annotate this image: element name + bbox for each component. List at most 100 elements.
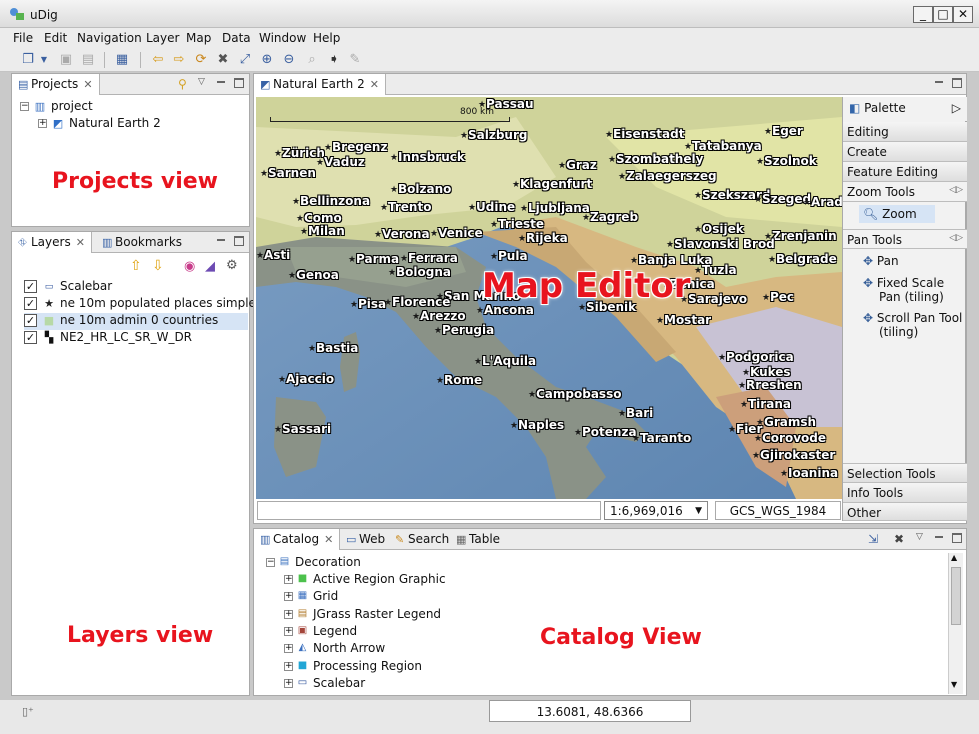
tab-bookmarks[interactable]: ▥ Bookmarks [96, 232, 188, 253]
close-tab-icon[interactable]: ✕ [324, 533, 333, 546]
layer-options-icon[interactable]: ⚙ [226, 258, 238, 273]
tree-project[interactable]: − ▥ project [20, 99, 93, 116]
layer-visibility-checkbox[interactable]: ✓ [24, 297, 37, 310]
expand-icon[interactable]: + [38, 119, 47, 128]
catalog-item[interactable]: + ◭ North Arrow [284, 641, 385, 658]
layer-row[interactable]: ✓ ▭ Scalebar [24, 279, 112, 296]
expand-icon[interactable]: + [284, 644, 293, 654]
chevron-down-icon[interactable]: ▼ [695, 506, 702, 516]
style-palette-icon[interactable]: ◉ [184, 259, 195, 274]
layer-row[interactable]: ✓ ▚ NE2_HR_LC_SR_W_DR [24, 330, 192, 347]
properties-icon[interactable]: ▦ [114, 52, 130, 68]
tool-pan[interactable]: ✥ Pan [863, 254, 899, 268]
palette-category-info-tools[interactable]: Info Tools [843, 483, 967, 503]
expand-icon[interactable]: + [284, 592, 293, 602]
zoom-extent-icon[interactable]: ⤢ [237, 52, 253, 68]
catalog-item[interactable]: + ■ Active Region Graphic [284, 572, 446, 589]
tab-projects[interactable]: ▤ Projects ✕ [12, 74, 100, 95]
layer-visibility-checkbox[interactable]: ✓ [24, 280, 37, 293]
scroll-thumb[interactable] [951, 567, 961, 625]
catalog-item[interactable]: + ■ Processing Region [284, 659, 422, 676]
menu-map[interactable]: Map [186, 31, 211, 45]
layer-row-selected[interactable]: ✓ ■ ne 10m admin 0 countries [24, 313, 248, 330]
zoom-in-icon[interactable]: ⊕ [259, 52, 275, 68]
menu-window[interactable]: Window [259, 31, 306, 45]
menu-help[interactable]: Help [313, 31, 340, 45]
close-tab-icon[interactable]: ✕ [83, 78, 92, 91]
catalog-item[interactable]: + ▣ Legend [284, 624, 357, 641]
minimize-view-icon[interactable] [216, 236, 226, 246]
close-tab-icon[interactable]: ✕ [370, 78, 379, 91]
edit-pencil-icon[interactable]: ✎ [347, 52, 363, 68]
scroll-up-icon[interactable]: ▲ [951, 553, 957, 562]
menu-file[interactable]: File [13, 31, 33, 45]
menu-layer[interactable]: Layer [146, 31, 179, 45]
tab-layers[interactable]: ⛗ Layers ✕ [12, 232, 92, 253]
layer-down-icon[interactable]: ⇩ [152, 258, 164, 274]
minimize-view-icon[interactable] [934, 533, 944, 543]
zoom-selection-icon[interactable]: ⌕ [304, 52, 320, 68]
palette-category-editing[interactable]: Editing [843, 122, 967, 142]
maximize-view-icon[interactable] [952, 78, 962, 88]
expand-icon[interactable]: + [284, 661, 293, 671]
palette-category-other[interactable]: Other [843, 503, 967, 521]
tab-web[interactable]: ▭ Web [340, 529, 391, 550]
mylayer-icon[interactable]: ◢ [205, 259, 215, 274]
tree-map[interactable]: + ◩ Natural Earth 2 [38, 116, 161, 133]
collapse-icon[interactable]: − [266, 558, 275, 567]
palette-drawer-pan-tools[interactable]: Pan Tools ◁▷ [843, 229, 967, 249]
scroll-down-icon[interactable]: ▼ [951, 680, 957, 689]
tool-fixed-scale-pan[interactable]: ✥ Fixed Scale Pan (tiling) [863, 276, 965, 304]
maximize-button[interactable]: □ [933, 6, 953, 23]
new-icon[interactable]: ❐ [20, 52, 36, 68]
layer-visibility-checkbox[interactable]: ✓ [24, 331, 37, 344]
menu-edit[interactable]: Edit [44, 31, 67, 45]
maximize-view-icon[interactable] [952, 533, 962, 543]
minimize-view-icon[interactable] [934, 78, 944, 88]
save-icon[interactable]: ▣ [58, 52, 74, 68]
new-dropdown-icon[interactable]: ▼ [36, 52, 52, 68]
catalog-item[interactable]: + ▭ Scalebar [284, 676, 365, 693]
menu-navigation[interactable]: Navigation [77, 31, 142, 45]
close-button[interactable]: ✕ [953, 6, 973, 23]
palette-category-feature-editing[interactable]: Feature Editing [843, 162, 967, 182]
pin-icon[interactable]: ◁▷ [949, 233, 963, 243]
back-icon[interactable]: ⇦ [150, 52, 166, 68]
view-menu-icon[interactable]: ▽ [916, 532, 923, 542]
tab-table[interactable]: ▦ Table [450, 529, 506, 550]
stop-icon[interactable]: ✖ [215, 52, 231, 68]
layer-row[interactable]: ✓ ★ ne 10m populated places simple [24, 296, 256, 313]
view-menu-icon[interactable]: ▽ [198, 77, 205, 87]
tab-catalog[interactable]: ▥ Catalog ✕ [254, 529, 341, 550]
pin-icon[interactable]: ◁▷ [949, 185, 963, 195]
catalog-scrollbar[interactable]: ▲ ▼ [948, 553, 963, 694]
forward-icon[interactable]: ⇨ [171, 52, 187, 68]
layer-up-icon[interactable]: ⇧ [130, 258, 142, 274]
minimize-button[interactable]: _ [913, 6, 933, 23]
expand-icon[interactable]: + [284, 626, 293, 636]
refresh-icon[interactable]: ⟳ [193, 52, 209, 68]
catalog-item[interactable]: + ▦ Grid [284, 589, 338, 606]
catalog-item[interactable]: + ▤ JGrass Raster Legend [284, 607, 441, 624]
tab-natural-earth-2[interactable]: ◩ Natural Earth 2 ✕ [254, 74, 386, 95]
maximize-view-icon[interactable] [234, 78, 244, 88]
fast-view-icon[interactable]: ▯⁺ [22, 705, 34, 718]
import-icon[interactable]: ⇲ [868, 532, 878, 546]
tool-zoom[interactable]: 🔍︎ Zoom [859, 205, 935, 223]
remove-icon[interactable]: ✖ [894, 532, 904, 546]
save-all-icon[interactable]: ▤ [80, 52, 96, 68]
tool-scroll-pan[interactable]: ✥ Scroll Pan Tool (tiling) [863, 311, 967, 339]
expand-icon[interactable]: + [284, 678, 293, 688]
tab-search[interactable]: ✎ Search [389, 529, 455, 550]
maximize-view-icon[interactable] [234, 236, 244, 246]
minimize-view-icon[interactable] [216, 78, 226, 88]
crs-field[interactable]: GCS_WGS_1984 [715, 501, 841, 520]
zoom-out-icon[interactable]: ⊖ [281, 52, 297, 68]
expand-icon[interactable]: + [284, 575, 293, 584]
expand-palette-icon[interactable]: ▷ [952, 101, 961, 115]
menu-data[interactable]: Data [222, 31, 251, 45]
catalog-root-decoration[interactable]: − ▤ Decoration [266, 555, 361, 572]
collapse-icon[interactable]: − [20, 102, 29, 111]
link-icon[interactable]: ⚲ [178, 77, 187, 91]
pan-arrow-icon[interactable]: ➧ [326, 52, 342, 68]
